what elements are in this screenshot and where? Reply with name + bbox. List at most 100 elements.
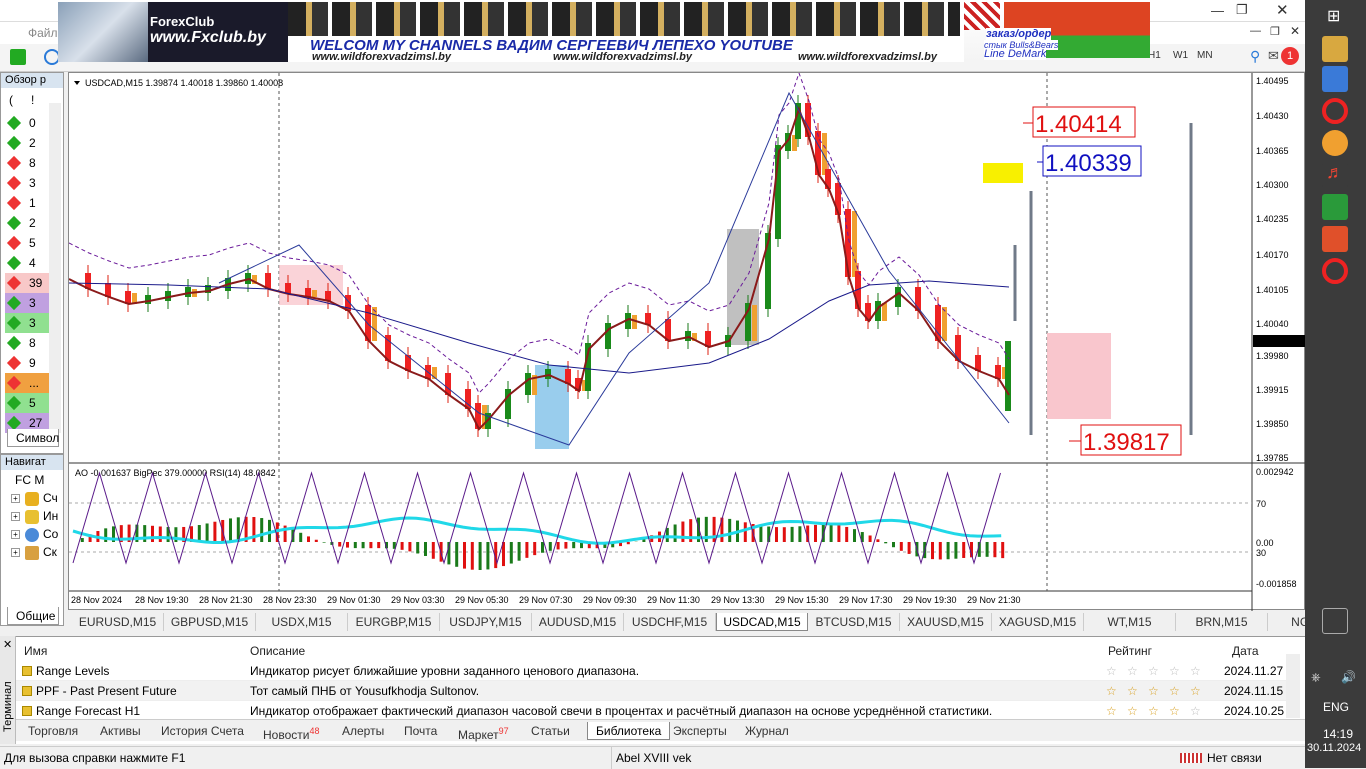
new-chart-icon[interactable] [10,49,26,65]
chart-tab[interactable]: USDCAD,M15 [716,613,808,631]
chart-tab[interactable]: BRN,M15 [1176,613,1268,631]
star-icon[interactable]: ☆ [1127,701,1138,721]
tab-symbols[interactable]: Символ [7,429,59,447]
clock-time[interactable]: 14:19 [1323,727,1353,741]
chart-tab[interactable]: GBPUSD,M15 [164,613,256,631]
language-indicator[interactable]: ENG [1323,700,1349,714]
star-icon[interactable]: ☆ [1169,681,1180,701]
app-icon[interactable] [1322,226,1348,252]
volume-icon[interactable]: 🔊 [1341,670,1356,684]
terminal-tab[interactable]: Новости48 [263,722,319,740]
minimize-button[interactable]: — [1211,3,1224,18]
col-rating[interactable]: Рейтинг [1108,641,1152,661]
library-row[interactable]: PPF - Past Present FutureТот самый ПНБ о… [16,681,1286,701]
banner-strip [288,2,960,36]
mw-value: 5 [29,233,36,253]
star-icon[interactable]: ☆ [1148,681,1159,701]
terminal-tab[interactable]: Эксперты [673,722,727,740]
star-icon[interactable]: ☆ [1106,681,1117,701]
network-icon[interactable]: ⎈ [1311,670,1321,685]
star-icon[interactable]: ☆ [1148,661,1159,681]
notification-badge[interactable]: 1 [1281,47,1299,65]
navigator-root[interactable]: FC M [15,473,44,487]
chart-tab[interactable]: XAUUSD,M15 [900,613,992,631]
terminal-tab[interactable]: Торговля [28,722,78,740]
navigator-panel: Навигат FC M +Сч +Ин +Со +Ск Общие [0,454,64,626]
terminal-tab[interactable]: Библиотека [587,722,670,740]
chart-tab[interactable]: WT,M15 [1084,613,1176,631]
library-row[interactable]: Range LevelsИндикатор рисует ближайшие у… [16,661,1286,681]
library-description: Тот самый ПНБ от Yousufkhodja Sultonov. [250,681,479,701]
chat-icon[interactable]: ✉ [1268,48,1279,64]
monitor-icon[interactable] [1322,66,1348,92]
col-name[interactable]: Имя [24,641,47,661]
chart-tab[interactable]: USDCHF,M15 [624,613,716,631]
mw-value: 3 [29,313,36,333]
library-name: Range Forecast H1 [36,701,140,721]
mw-value: 8 [29,333,36,353]
col-description[interactable]: Описание [250,641,305,661]
star-icon[interactable]: ☆ [1127,681,1138,701]
tf-mn[interactable]: MN [1197,50,1213,61]
direction-icon [7,176,21,190]
mw-scrollbar[interactable] [49,103,61,433]
candle-overlay [852,211,857,277]
star-icon[interactable]: ☆ [1190,681,1201,701]
terminal-side-label: Терминал [2,672,14,732]
price-tick: 1.40170 [1256,250,1289,260]
menu-file[interactable]: Файл [28,26,58,40]
star-icon[interactable]: ☆ [1190,661,1201,681]
level-mid-label: 1.40339 [1045,150,1132,177]
status-profile[interactable]: Abel XVIII vek [616,751,691,765]
chart-tab[interactable]: EURGBP,M15 [348,613,440,631]
paint-icon[interactable] [1322,130,1348,156]
terminal-tab[interactable]: Статьи [531,722,570,740]
chart-tab[interactable]: AUDUSD,M15 [532,613,624,631]
calculator-icon[interactable] [1322,194,1348,220]
opera-icon[interactable] [1322,98,1348,124]
clock-date[interactable]: 30.11.2024 [1307,742,1361,754]
terminal-tab[interactable]: История Счета [161,722,244,740]
star-icon[interactable]: ☆ [1169,701,1180,721]
restore-button[interactable]: ❐ [1236,2,1248,18]
star-icon[interactable]: ☆ [1148,701,1159,721]
chart-tab[interactable]: XAGUSD,M15 [992,613,1084,631]
search-icon[interactable]: ⚲ [1250,48,1260,65]
speaker-icon[interactable]: ♬ [1322,162,1348,188]
direction-icon [7,216,21,230]
explorer-icon[interactable] [1322,36,1348,62]
terminal-tab[interactable]: Журнал [745,722,789,740]
library-row[interactable]: Range Forecast H1Индикатор отображает фа… [16,701,1286,721]
chart-tab[interactable]: EURUSD,M15 [72,613,164,631]
star-icon[interactable]: ☆ [1169,661,1180,681]
close-button[interactable]: ✕ [1276,1,1289,19]
terminal-tab-label: Алерты [342,724,384,738]
terminal-scrollbar[interactable] [1286,654,1300,718]
chart-tab[interactable]: USDX,M15 [256,613,348,631]
terminal-close-icon[interactable]: ✕ [3,638,12,651]
chart-tab[interactable]: BTCUSD,M15 [808,613,900,631]
keyboard-icon[interactable] [1322,608,1348,634]
terminal-tab[interactable]: Алерты [342,722,384,740]
terminal-tab[interactable]: Почта [404,722,437,740]
chart-window[interactable]: 1.404951.404301.403651.403001.402351.401… [68,72,1305,610]
star-icon[interactable]: ☆ [1190,701,1201,721]
record-icon[interactable] [1322,258,1348,284]
terminal-tab[interactable]: Маркет97 [458,722,509,740]
chart-tab[interactable]: USDJPY,M15 [440,613,532,631]
tf-w1[interactable]: W1 [1173,50,1188,61]
mdi-minimize[interactable]: — [1250,25,1261,37]
tab-common[interactable]: Общие [7,607,59,625]
mdi-restore[interactable]: ❐ [1270,25,1280,38]
terminal-tab[interactable]: Активы [100,722,141,740]
star-icon[interactable]: ☆ [1106,661,1117,681]
price-chart[interactable]: 1.404951.404301.403651.403001.402351.401… [69,73,1306,611]
star-icon[interactable]: ☆ [1106,701,1117,721]
col-date[interactable]: Дата [1232,641,1259,661]
direction-icon [7,116,21,130]
star-icon[interactable]: ☆ [1127,661,1138,681]
mdi-close[interactable]: ✕ [1290,24,1300,38]
mw-value: ... [29,373,39,393]
candle-body [1005,341,1011,411]
windows-start-icon[interactable]: ⊞ [1327,6,1340,26]
